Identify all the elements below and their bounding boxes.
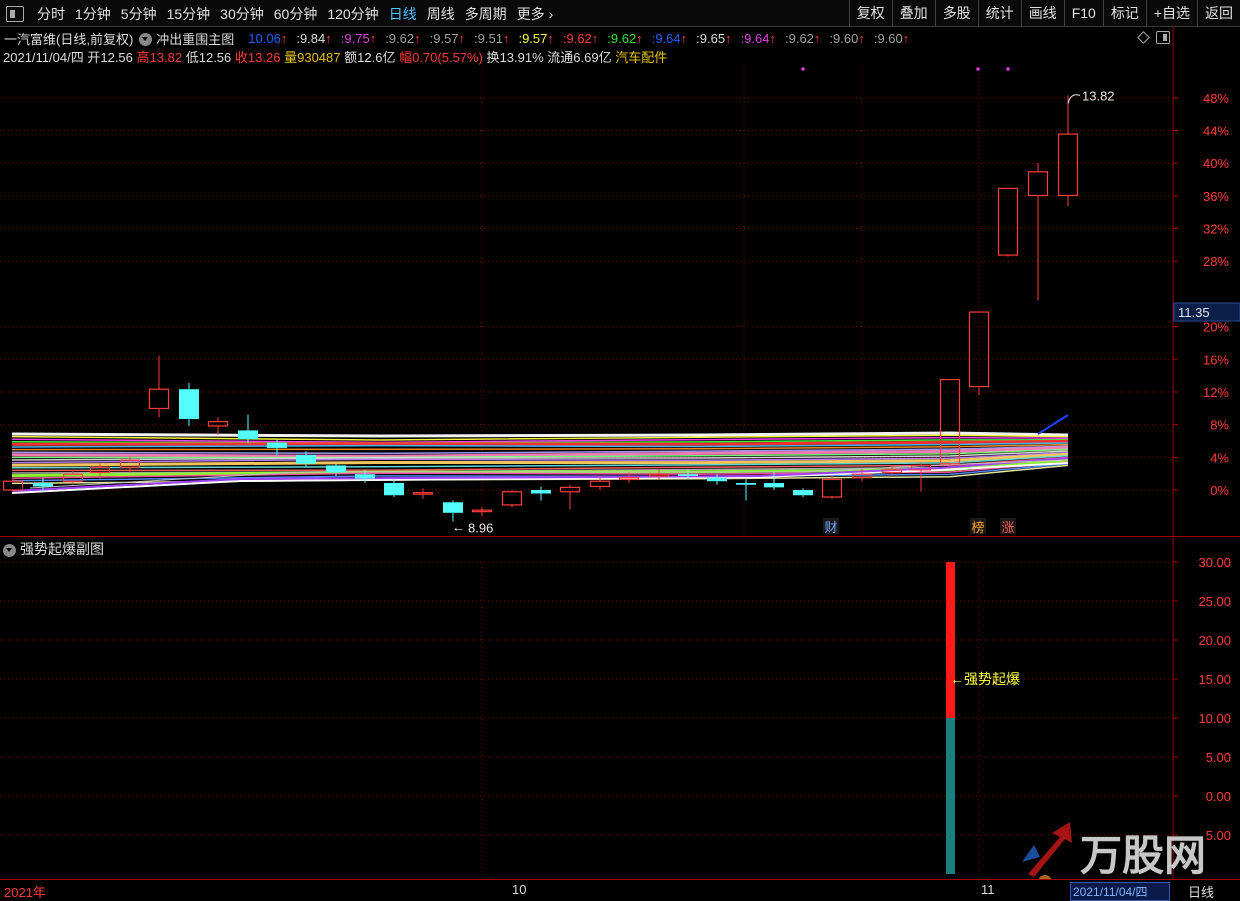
axis-label-6: 20% <box>1203 320 1229 335</box>
axis-label-4: 32% <box>1203 222 1229 237</box>
watermark-shape-icon <box>1022 845 1040 862</box>
candle[interactable] <box>501 490 523 508</box>
candle[interactable] <box>179 383 199 427</box>
sub-axis-label-1: 25.00 <box>1198 594 1231 609</box>
strong-signal-bar[interactable] <box>946 562 955 718</box>
period-indicator: 日线 <box>1188 885 1215 900</box>
sub-axis-label-7: 5.00 <box>1206 828 1231 843</box>
ma-line <box>1037 414 1069 435</box>
sub-indicator-chart[interactable]: ←强势起爆 30.00 25.00 20.00 15.00 10.00 5.00 0.00 5… <box>0 537 1240 901</box>
sub-chart-header: 强势起爆副图 <box>3 539 104 559</box>
candle[interactable] <box>148 355 170 418</box>
candle[interactable] <box>997 187 1019 257</box>
candle[interactable] <box>207 417 229 435</box>
sub-axis-label-5: 5.00 <box>1206 750 1231 765</box>
candle[interactable] <box>559 484 581 510</box>
sub-axis-label-2: 20.00 <box>1198 633 1231 648</box>
time-label-nov: 11 <box>981 882 995 897</box>
high-marker-text: 13.82 <box>1082 89 1115 104</box>
event-tag-2[interactable]: 涨 <box>1001 520 1014 535</box>
sub-chart-title[interactable]: 强势起爆副图 <box>20 539 104 559</box>
time-axis: 2021年 10 11 2021/11/04/四 日线 <box>0 879 1240 901</box>
time-label-year: 2021年 <box>4 885 46 900</box>
signal-annotation: ←强势起爆 <box>950 671 1020 687</box>
axis-label-2: 40% <box>1203 156 1229 171</box>
ma-lines <box>11 414 1069 494</box>
low-marker-text: 8.96 <box>468 521 493 536</box>
candle[interactable] <box>384 478 404 498</box>
signal-dot <box>976 67 980 71</box>
sub-axis-label-3: 15.00 <box>1198 672 1231 687</box>
event-tag-1[interactable]: 榜 <box>971 520 984 535</box>
axis-label-0: 48% <box>1203 91 1229 106</box>
axis-label-5: 28% <box>1203 254 1229 269</box>
dropdown-circle-icon[interactable] <box>3 543 16 557</box>
signal-dot <box>801 67 805 71</box>
sub-right-axis: 30.00 25.00 20.00 15.00 10.00 5.00 0.00 5.00 <box>1173 555 1231 843</box>
axis-label-1: 44% <box>1203 124 1229 139</box>
candle[interactable] <box>531 486 551 501</box>
signal-dot <box>1006 67 1010 71</box>
axis-label-3: 36% <box>1203 189 1229 204</box>
sub-axis-label-4: 10.00 <box>1198 711 1231 726</box>
axis-label-7: 16% <box>1203 352 1229 367</box>
sub-axis-label-6: 0.00 <box>1206 789 1231 804</box>
event-tag-0[interactable]: 财 <box>824 520 837 535</box>
time-label-oct: 10 <box>512 882 527 897</box>
base-signal-bar[interactable] <box>946 718 955 874</box>
high-marker-curve <box>1067 94 1081 104</box>
axis-label-8: 12% <box>1203 385 1229 400</box>
candle[interactable] <box>471 507 493 517</box>
cursor-date-box: 2021/11/04/四 <box>1070 882 1170 901</box>
sub-axis-label-0: 30.00 <box>1198 555 1231 570</box>
axis-label-10: 4% <box>1210 450 1229 465</box>
candle[interactable] <box>821 475 843 499</box>
main-right-axis: 48% 44% 40% 36% 32% 28% 20% 16% 12% 8% 4% 0% 11.35 <box>1173 91 1240 498</box>
candle[interactable] <box>1057 95 1079 206</box>
candle[interactable] <box>443 500 463 522</box>
axis-label-11: 0% <box>1210 483 1229 498</box>
sub-grid <box>0 537 1174 879</box>
current-price-text: 11.35 <box>1178 305 1210 320</box>
candle[interactable] <box>1027 163 1049 301</box>
main-candlestick-chart[interactable]: 48% 44% 40% 36% 32% 28% 20% 16% 12% 8% 4% 0% 11.35 1… <box>0 0 1240 537</box>
axis-label-9: 8% <box>1210 418 1229 433</box>
watermark-text: 万股网 <box>1080 832 1206 879</box>
low-marker-arrow: ← <box>452 520 465 535</box>
